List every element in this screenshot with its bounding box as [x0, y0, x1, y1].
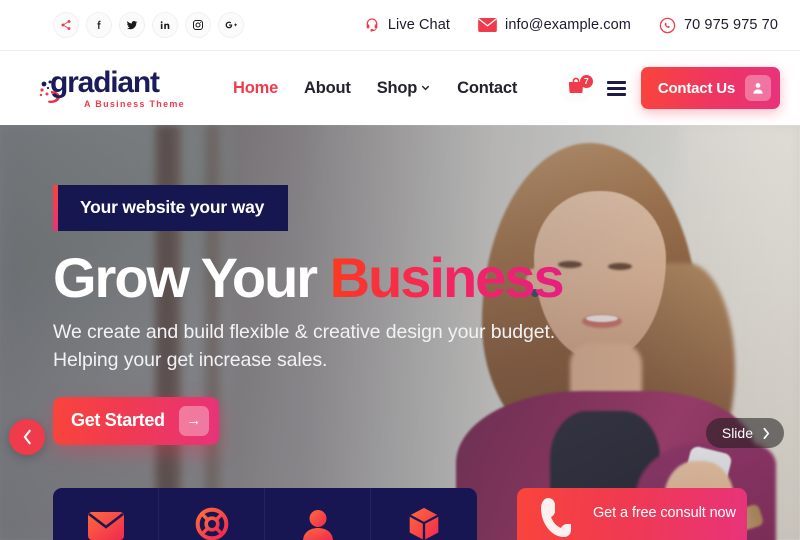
site-header: gradiant A Business Theme Home About Sho…	[0, 51, 800, 125]
facebook-icon[interactable]	[86, 12, 112, 38]
card-email[interactable]	[53, 488, 159, 540]
get-started-button[interactable]: Get Started →	[53, 396, 219, 445]
card-support[interactable]	[159, 488, 265, 540]
nav-label: Contact	[457, 78, 518, 97]
share-icon[interactable]	[53, 12, 79, 38]
slider-next-button[interactable]: Slide	[705, 418, 784, 448]
get-started-label: Get Started	[71, 410, 165, 431]
email-label: info@example.com	[505, 17, 631, 33]
page-root: Live Chat info@example.com 70 975 975 70	[0, 0, 800, 540]
logo-tagline: A Business Theme	[84, 98, 185, 109]
chevron-down-icon	[420, 79, 431, 98]
main-nav: Home About Shop Contact	[233, 79, 517, 98]
live-chat-link[interactable]: Live Chat	[364, 17, 450, 33]
nav-item-shop[interactable]: Shop	[377, 79, 431, 98]
top-bar: Live Chat info@example.com 70 975 975 70	[0, 0, 800, 51]
contact-us-label: Contact Us	[657, 79, 735, 97]
nav-label: About	[304, 78, 351, 97]
nav-item-contact[interactable]: Contact	[457, 79, 517, 98]
headline-part-gradient: Business	[329, 246, 565, 309]
phone-icon	[541, 494, 571, 540]
arrow-right-icon: →	[178, 405, 209, 436]
envelope-icon	[478, 18, 497, 32]
slide-label: Slide	[721, 425, 753, 441]
headset-icon	[364, 17, 380, 33]
envelope-icon	[87, 511, 125, 540]
phone-label: 70 975 975 70	[683, 17, 778, 33]
nav-label: Shop	[376, 78, 418, 97]
hero-content: Your website your way Grow Your Business…	[53, 185, 613, 445]
chevron-right-icon	[763, 427, 770, 439]
google-plus-icon[interactable]	[218, 12, 244, 38]
hero-description: We create and build flexible & creative …	[53, 321, 556, 372]
header-actions: 7 Contact Us	[559, 67, 780, 109]
cart-button[interactable]: 7	[559, 72, 593, 104]
hero-slider: Your website your way Grow Your Business…	[0, 125, 800, 540]
phone-link[interactable]: 70 975 975 70	[659, 17, 778, 34]
user-icon	[745, 75, 771, 101]
chevron-left-icon	[23, 429, 31, 445]
box-icon	[407, 507, 441, 540]
nav-item-about[interactable]: About	[304, 79, 351, 98]
nav-label: Home	[233, 78, 279, 97]
service-cards	[53, 488, 477, 540]
lifering-icon	[195, 507, 229, 540]
contact-us-button[interactable]: Contact Us	[640, 67, 780, 109]
burger-line	[606, 92, 626, 96]
card-product[interactable]	[371, 488, 477, 540]
email-link[interactable]: info@example.com	[478, 17, 631, 33]
hero-tagline-text: Your website your way	[80, 197, 265, 217]
free-consult-label: Get a free consult now	[593, 505, 736, 521]
person-icon	[301, 509, 335, 540]
topbar-contacts: Live Chat info@example.com 70 975 975 70	[364, 17, 778, 34]
cart-count-badge: 7	[579, 75, 593, 88]
live-chat-label: Live Chat	[387, 17, 451, 33]
burger-line	[606, 80, 626, 84]
hero-tagline-badge: Your website your way	[53, 185, 289, 231]
logo-text: gradiant	[50, 65, 160, 99]
hamburger-menu-icon[interactable]	[605, 79, 628, 98]
nav-item-home[interactable]: Home	[233, 79, 278, 98]
free-consult-card[interactable]: Get a free consult now	[517, 488, 747, 540]
card-account[interactable]	[265, 488, 371, 540]
headline-part-white: Grow Your	[53, 246, 330, 309]
linkedin-icon[interactable]	[152, 12, 178, 38]
slider-prev-button[interactable]	[9, 419, 45, 455]
whatsapp-icon	[659, 17, 676, 34]
burger-line	[606, 86, 626, 90]
twitter-icon[interactable]	[119, 12, 145, 38]
hero-headline: Grow Your Business	[53, 249, 613, 306]
site-logo[interactable]: gradiant A Business Theme	[39, 65, 185, 109]
social-links	[53, 12, 244, 38]
instagram-icon[interactable]	[185, 12, 211, 38]
